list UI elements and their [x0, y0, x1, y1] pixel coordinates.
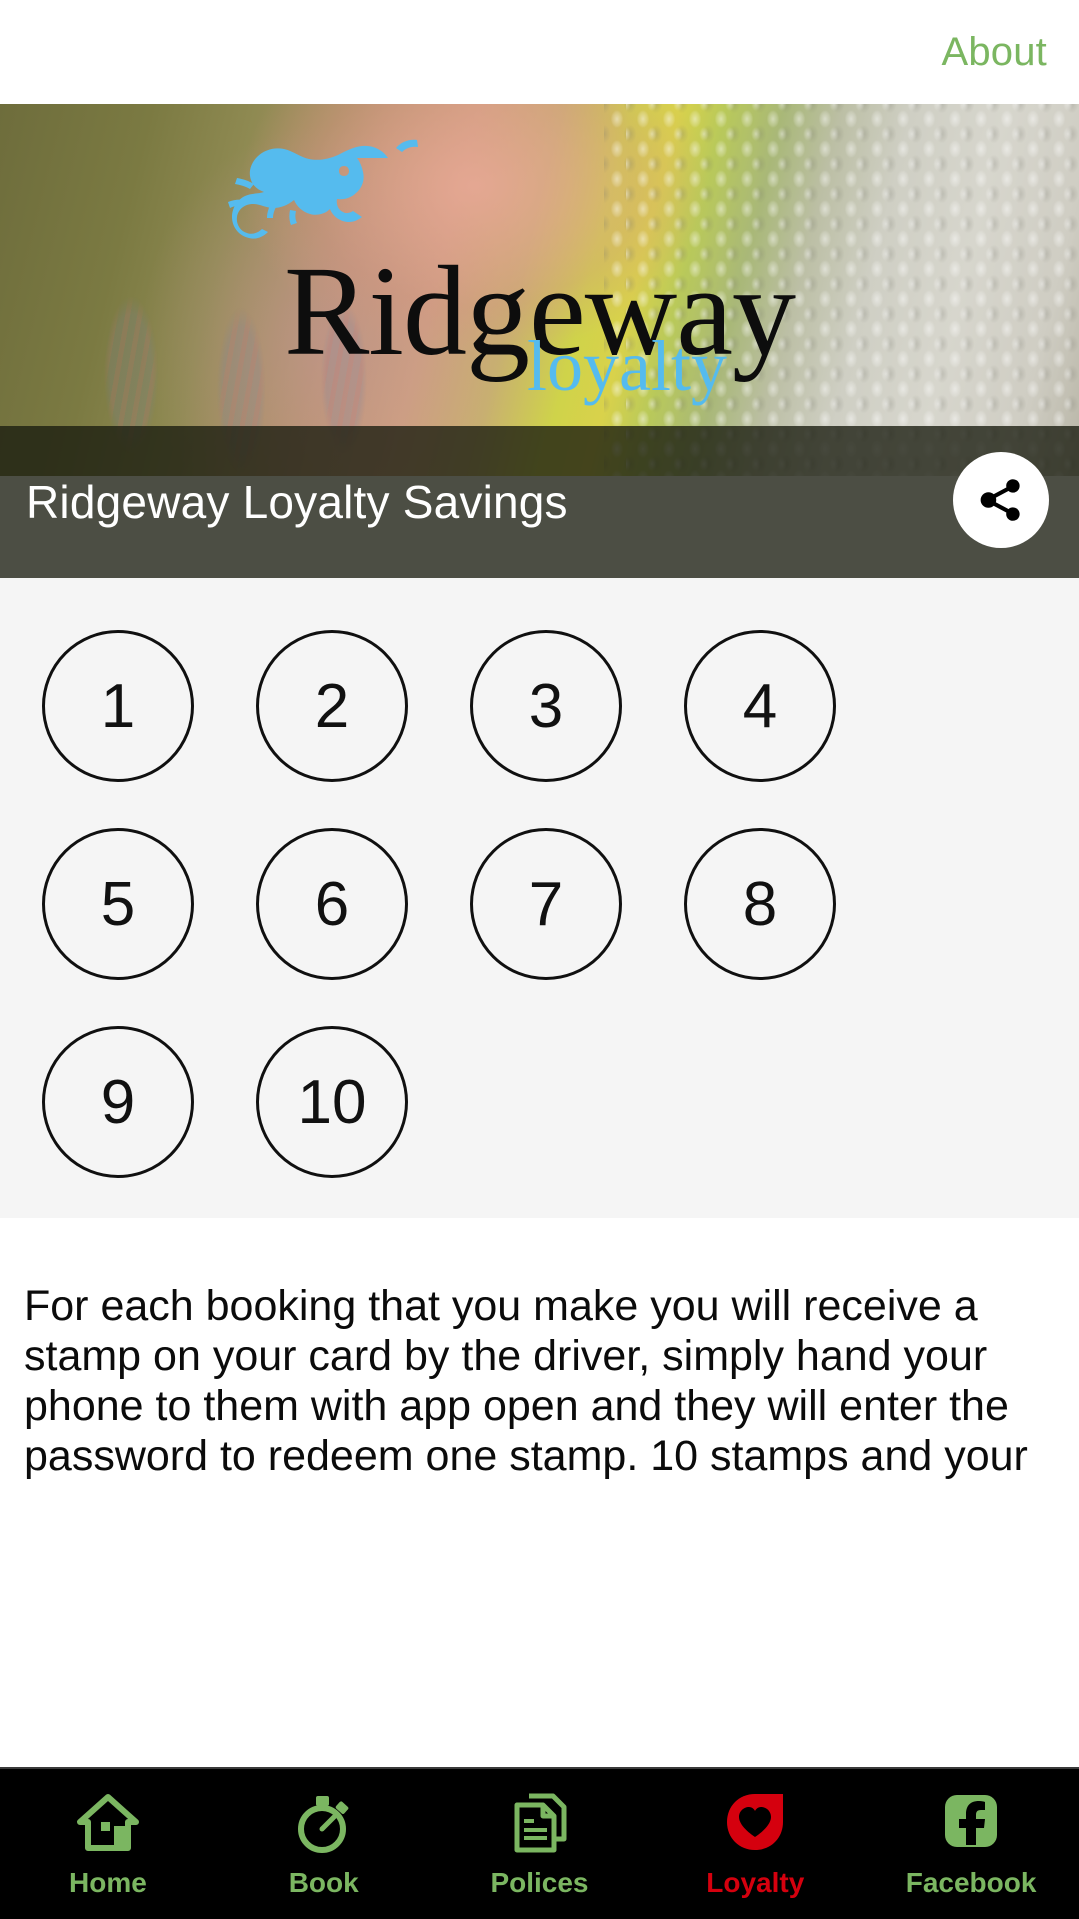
top-bar: About [0, 0, 1079, 104]
info-section: For each booking that you make you will … [0, 1218, 1079, 1768]
stamp-circle[interactable]: 7 [470, 828, 622, 980]
stamp-circle[interactable]: 6 [256, 828, 408, 980]
documents-icon [507, 1785, 571, 1861]
tab-label: Polices [490, 1867, 589, 1898]
home-icon [76, 1785, 140, 1861]
bottom-tab-bar: Home Book Polices Loyalty Facebook [0, 1767, 1079, 1919]
tab-loyalty[interactable]: Loyalty [647, 1785, 863, 1899]
tab-home[interactable]: Home [0, 1785, 216, 1899]
stamp-circle[interactable]: 1 [42, 630, 194, 782]
tab-label: Book [288, 1867, 359, 1898]
stamp-row: 5 6 7 8 [42, 828, 1037, 980]
brand-subtitle: loyalty [527, 326, 727, 406]
info-paragraph: For each booking that you make you will … [24, 1282, 1028, 1480]
stopwatch-icon [292, 1785, 356, 1861]
page-title: Ridgeway Loyalty Savings [26, 476, 568, 528]
hero-banner: Ridgeway loyalty [0, 104, 1079, 476]
app-screen: About Ridgeway loyalty Ridgeway Loyalty … [0, 0, 1079, 1919]
heart-pin-icon [723, 1785, 787, 1861]
tab-polices[interactable]: Polices [432, 1785, 648, 1899]
page-title-bar: Ridgeway Loyalty Savings [0, 426, 1079, 578]
stamp-row: 9 10 [42, 1026, 1037, 1178]
tab-facebook[interactable]: Facebook [863, 1785, 1079, 1899]
tab-label: Home [69, 1867, 147, 1898]
tab-label: Facebook [905, 1867, 1037, 1898]
stamp-circle[interactable]: 8 [684, 828, 836, 980]
stamp-row: 1 2 3 4 [42, 630, 1037, 782]
facebook-icon [939, 1785, 1003, 1861]
stamp-circle[interactable]: 4 [684, 630, 836, 782]
stamp-circle[interactable]: 10 [256, 1026, 408, 1178]
loyalty-stamp-grid: 1 2 3 4 5 6 7 8 9 10 [0, 578, 1079, 1218]
share-button[interactable] [953, 452, 1049, 548]
tab-book[interactable]: Book [216, 1785, 432, 1899]
stamp-circle[interactable]: 3 [470, 630, 622, 782]
stamp-circle[interactable]: 2 [256, 630, 408, 782]
share-icon [980, 479, 1020, 521]
tab-label: Loyalty [706, 1867, 805, 1898]
stamp-circle[interactable]: 9 [42, 1026, 194, 1178]
stamp-circle[interactable]: 5 [42, 828, 194, 980]
about-link[interactable]: About [941, 30, 1079, 75]
brand-logo: Ridgeway loyalty [0, 104, 1079, 476]
